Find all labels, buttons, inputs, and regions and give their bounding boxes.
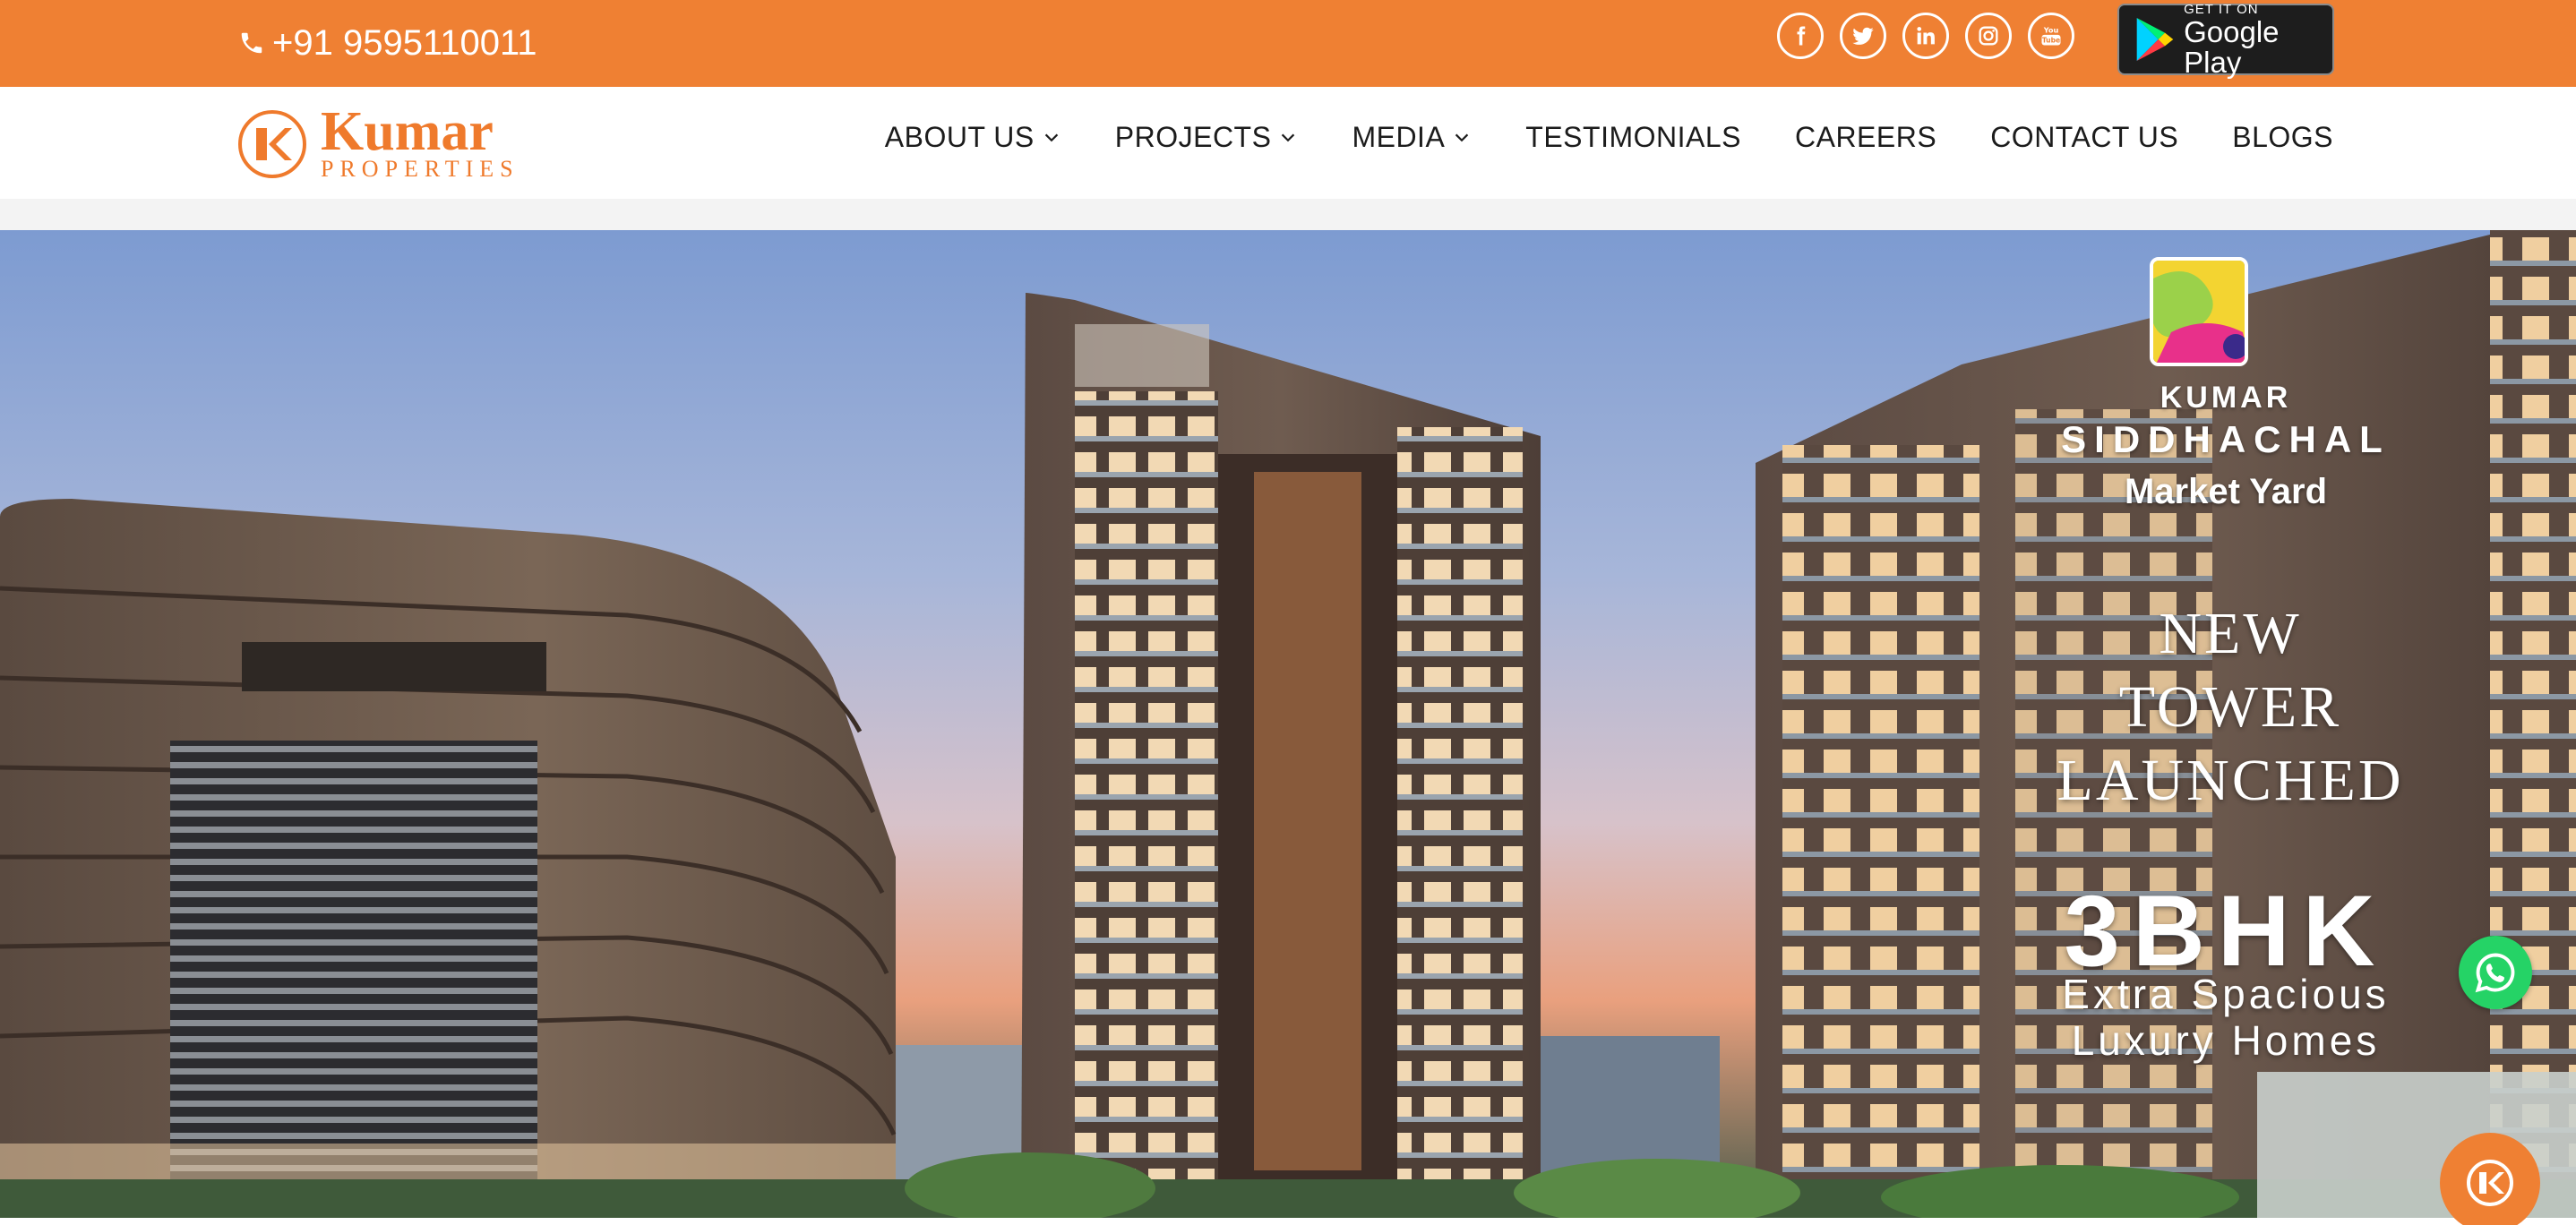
twitter-icon[interactable] [1840,13,1886,59]
google-play-icon [2136,18,2174,61]
facebook-icon[interactable] [1777,13,1824,59]
launch-line-2: TOWER [2118,674,2342,740]
nav-blogs[interactable]: BLOGS [2232,121,2333,154]
header-spacer [0,199,2576,230]
instagram-icon[interactable] [1965,13,2012,59]
tagline-line-2: Luxury Homes [2071,1017,2381,1064]
primary-nav: ABOUT US PROJECTS MEDIA TESTIMONIALS CAR… [831,121,2333,154]
chatbot-button[interactable] [2440,1133,2540,1225]
tagline-line-1: Extra Spacious [2062,971,2390,1017]
project-name: SIDDHACHAL [2061,418,2391,460]
nav-label: CAREERS [1794,121,1937,153]
top-bar: +91 9595110011 You Tube GET IT ON Google … [0,0,2576,87]
nav-media[interactable]: MEDIA [1352,121,1472,154]
project-logo-art [2153,261,2245,363]
svg-text:Tube: Tube [2042,37,2060,45]
youtube-icon[interactable]: You Tube [2028,13,2074,59]
project-brand: KUMAR [2160,381,2292,415]
phone-link[interactable]: +91 9595110011 [238,23,537,63]
hero-banner[interactable]: KUMAR SIDDHACHAL Market Yard NEW TOWER L… [0,230,2576,1218]
nav-projects[interactable]: PROJECTS [1115,121,1299,154]
nav-contact-us[interactable]: CONTACT US [1990,121,2178,154]
launch-line-1: NEW [2159,601,2302,666]
logo-brand-text: Kumar [321,101,494,162]
nav-label: BLOGS [2232,121,2333,153]
phone-number: +91 9595110011 [272,22,537,63]
nav-testimonials[interactable]: TESTIMONIALS [1525,121,1741,154]
nav-label: MEDIA [1352,121,1446,153]
whatsapp-button[interactable] [2459,936,2532,1009]
site-logo[interactable]: Kumar PROPERTIES [236,101,519,182]
phone-icon [241,32,262,54]
nav-careers[interactable]: CAREERS [1795,121,1936,154]
project-location: Market Yard [2124,472,2328,511]
launch-line-3: LAUNCHED [2057,748,2404,813]
google-play-big-label: Google Play [2184,14,2280,79]
logo-sub-text: PROPERTIES [321,156,519,182]
google-play-small-label: GET IT ON [2184,1,2259,17]
nav-label: TESTIMONIALS [1525,121,1741,153]
chatbot-icon [2467,1160,2513,1206]
nav-about-us[interactable]: ABOUT US [885,121,1061,154]
linkedin-icon[interactable] [1902,13,1949,59]
chevron-down-icon [1282,133,1295,141]
nav-label: ABOUT US [884,121,1035,153]
svg-text:You: You [2043,26,2059,35]
whatsapp-icon [2475,953,2515,993]
chevron-down-icon [1455,133,1469,141]
logo-mark-icon [238,110,306,178]
nav-label: PROJECTS [1114,121,1272,153]
project-logo [2150,257,2248,366]
social-links: You Tube [1777,13,2091,59]
nav-label: CONTACT US [1990,121,2179,153]
chevron-down-icon [1044,133,1058,141]
google-play-button[interactable]: GET IT ON Google Play [2117,1,2334,79]
main-header: Kumar PROPERTIES ABOUT US PROJECTS MEDIA… [0,87,2576,199]
